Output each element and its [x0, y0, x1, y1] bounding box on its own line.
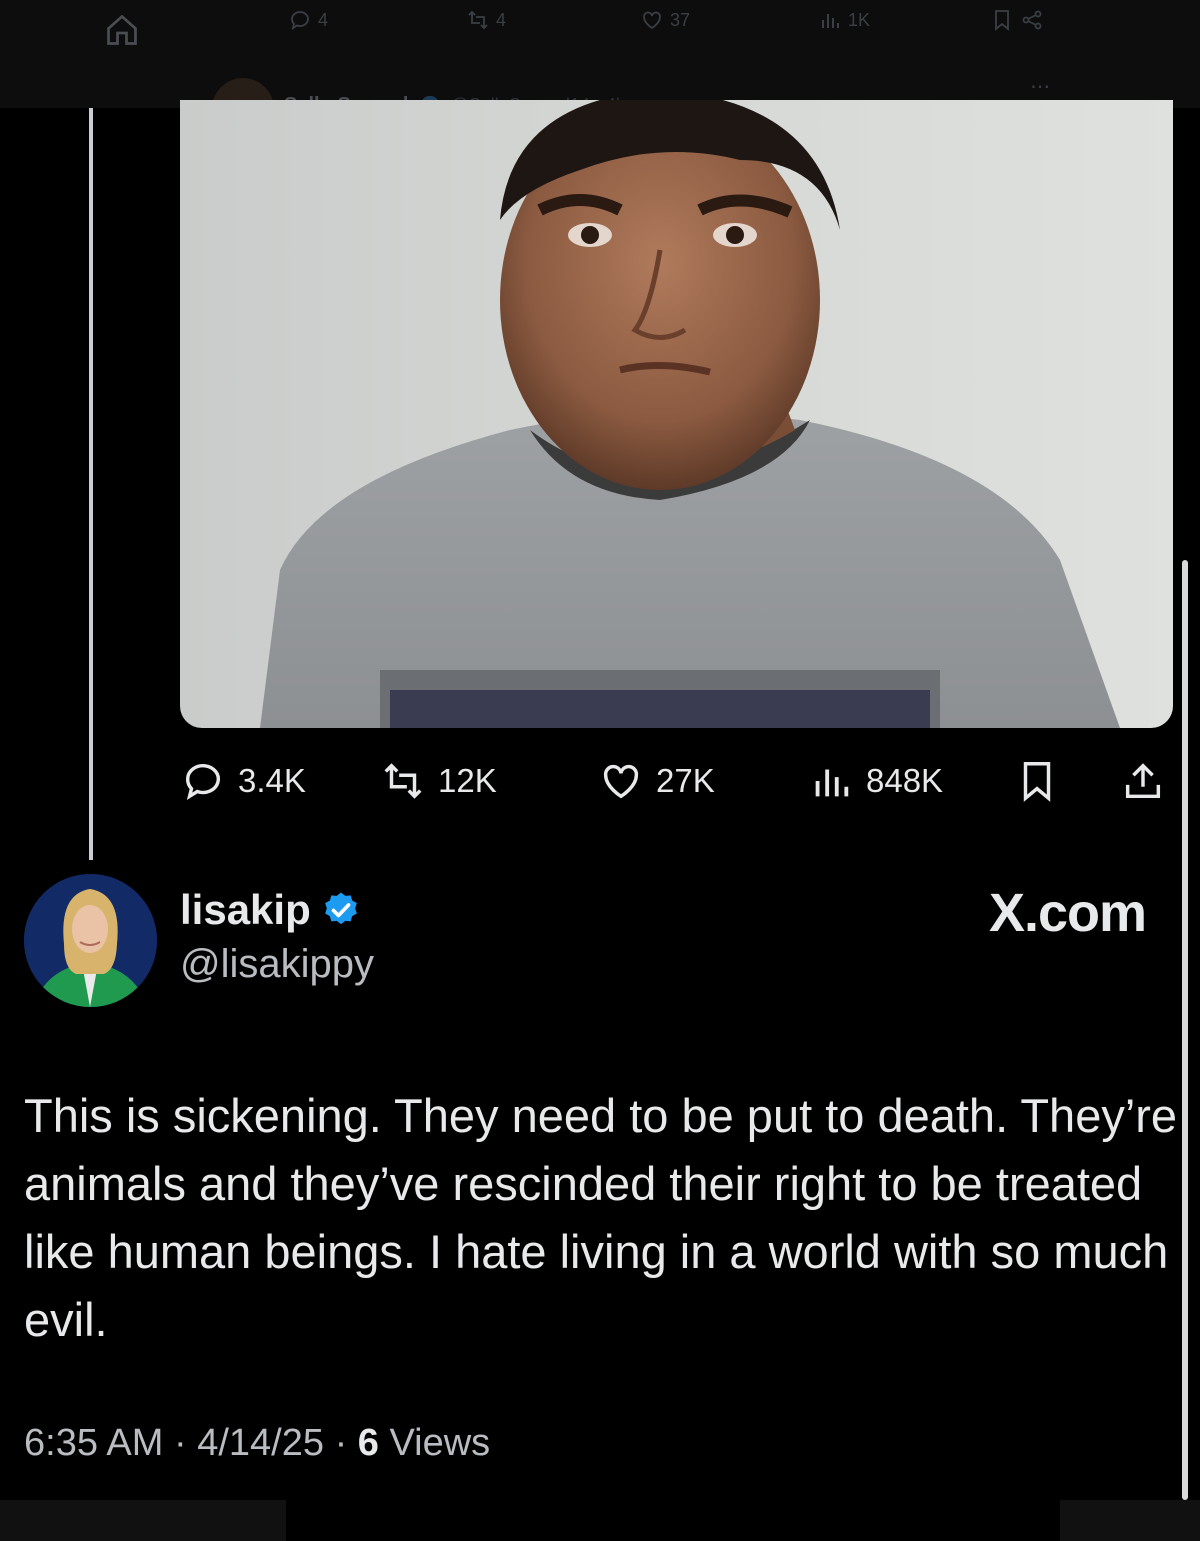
tweet-meta: 6:35 AM · 4/14/25 · 6 Views: [24, 1422, 490, 1465]
share-button[interactable]: [1120, 746, 1166, 816]
like-button[interactable]: 27K: [598, 746, 715, 816]
top-repost-stat[interactable]: 4: [466, 8, 506, 32]
tweet-views-count: 6: [357, 1422, 379, 1464]
top-like-count: 37: [670, 9, 691, 30]
x-watermark: X.com: [988, 883, 1147, 943]
like-count: 27K: [656, 762, 715, 799]
repost-count: 12K: [438, 762, 497, 799]
reply-icon: [185, 764, 221, 801]
bookmark-icon[interactable]: [990, 8, 1014, 32]
like-icon: [603, 764, 639, 799]
author-name[interactable]: lisakip: [180, 886, 361, 934]
tweet-time[interactable]: 6:35 AM: [24, 1422, 163, 1464]
views-button[interactable]: 848K: [808, 746, 943, 816]
views-icon: [822, 14, 839, 28]
like-icon: [643, 11, 661, 30]
top-views-stat[interactable]: 1K: [818, 8, 870, 32]
quoted-tweet-actions: 3.4K 12K 27K 848K: [180, 746, 1170, 816]
views-count: 848K: [866, 762, 944, 799]
repost-icon: [384, 763, 422, 799]
reply-button[interactable]: 3.4K: [180, 746, 306, 816]
top-more-menu[interactable]: ⋯: [1030, 74, 1050, 99]
scrollbar[interactable]: [1182, 560, 1188, 1500]
mugshot-photo: [180, 100, 1173, 728]
top-reply-stat[interactable]: 4: [288, 8, 328, 32]
top-like-stat[interactable]: 37: [640, 8, 690, 32]
tweet-text: This is sickening. They need to be put t…: [24, 1089, 1178, 1346]
bottom-bar: [0, 1500, 1200, 1541]
author-display-name: lisakip: [180, 886, 311, 933]
views-icon: [815, 769, 849, 797]
top-views-count: 1K: [848, 9, 871, 30]
bookmark-button[interactable]: [1014, 746, 1060, 816]
top-bookmark-share[interactable]: [990, 8, 1044, 32]
repost-button[interactable]: 12K: [380, 746, 497, 816]
tweet-image[interactable]: [180, 100, 1173, 728]
reply-icon: [291, 11, 309, 30]
meta-separator: ·: [334, 1422, 358, 1464]
author-handle[interactable]: @lisakippy: [180, 942, 374, 987]
thread-connector: [89, 108, 93, 860]
verified-badge-icon: [324, 892, 357, 925]
share-icon: [1125, 763, 1161, 799]
bookmark-icon: [1023, 762, 1051, 802]
repost-icon: [468, 10, 488, 30]
meta-separator: ·: [173, 1422, 198, 1464]
author-avatar[interactable]: [24, 874, 157, 1007]
home-icon[interactable]: [104, 12, 140, 48]
reply-count: 3.4K: [238, 762, 306, 799]
bottom-bar-segment: [0, 1500, 286, 1541]
top-repost-count: 4: [496, 9, 507, 30]
author-avatar-image: [24, 874, 157, 1007]
tweet-date[interactable]: 4/14/25: [197, 1422, 324, 1464]
faded-header: 4 4 37 1K Sello Samuel @SelloSamuel14 · …: [0, 0, 1200, 140]
tweet-views-label: Views: [389, 1422, 491, 1464]
top-reply-count: 4: [318, 9, 329, 30]
bottom-bar-segment: [1060, 1500, 1200, 1541]
share-icon[interactable]: [1020, 8, 1044, 32]
